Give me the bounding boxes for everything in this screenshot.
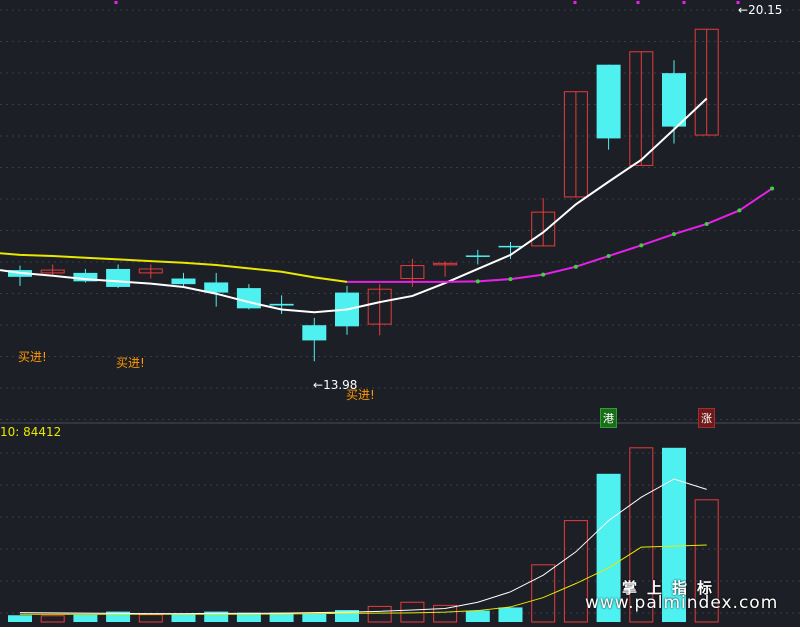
ma-dot [639,243,644,248]
top-marker [114,1,118,4]
volume-bar [367,605,392,623]
ma-dot [737,208,742,213]
candle-body [171,278,196,285]
top-marker [636,1,640,4]
volume-bar [400,601,425,623]
ma-dot [573,264,578,269]
volume-bar [302,613,327,622]
watermark-url: www.palmindex.com [585,593,779,613]
volume-bar [171,613,196,622]
candle-body [106,268,131,287]
top-marker [682,1,686,4]
candle-body [269,303,294,306]
buy-signal-label: 买进! [346,388,375,402]
arrow-left-icon: ← [738,3,749,17]
ma-dot [672,232,676,237]
ma-dot [770,186,775,191]
buy-signal-label: 买进! [116,356,145,370]
buy-signal-label: 买进! [18,350,47,364]
volume-bar [138,614,163,623]
ma-dot [508,277,513,282]
volume-bar [465,610,490,622]
volume-bar [563,520,588,623]
volume-bar [73,614,98,622]
top-marker [573,1,577,4]
top-price-label: ←20.15 [738,3,783,17]
candle-body [498,245,523,248]
volume-bar [8,615,32,622]
candle-body [236,288,261,309]
badge-gang: 港 [600,408,617,428]
volume-header: 10: 84412 [0,425,62,439]
ma-line-yellow [0,252,348,283]
candle-body [465,255,490,257]
volume-bar [498,607,523,622]
volume-bar [40,615,65,623]
ma-dot [475,279,480,284]
volume-bar [433,604,458,623]
badge-zhang: 涨 [698,408,715,428]
candle-body [596,64,621,139]
candle-body [662,73,686,127]
ma-dot [704,221,709,226]
candle-body [302,325,327,341]
candlestick-chart [0,1,800,623]
ma-line-magenta [347,187,773,283]
ma-dot [541,272,546,277]
arrow-left-icon: ← [313,378,324,392]
ma-dot [606,254,611,259]
